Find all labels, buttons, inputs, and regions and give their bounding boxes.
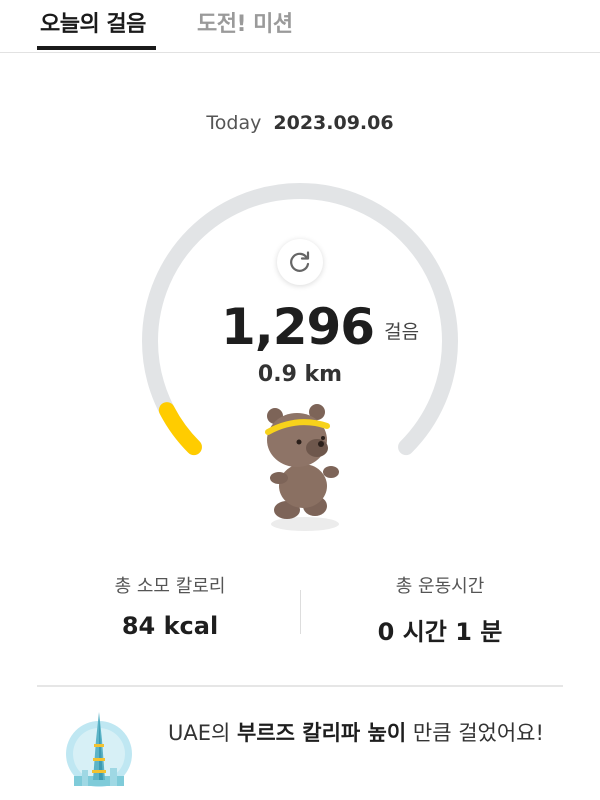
distance-value: 0.9 km bbox=[257, 362, 343, 387]
tab-challenge-mission[interactable]: 도전! 미션 bbox=[197, 6, 293, 38]
calories-value: 84 kcal bbox=[121, 612, 219, 640]
calories-label: 총 소모 칼로리 bbox=[114, 576, 226, 597]
step-count-row: 1,296 걸음 bbox=[0, 298, 600, 356]
tab-bar: 오늘의 걸음 도전! 미션 bbox=[0, 0, 600, 53]
calories-stat: 총 소모 칼로리 84 kcal bbox=[20, 572, 320, 640]
achievement-suffix: 만큼 걸었어요! bbox=[406, 721, 544, 745]
active-tab-indicator bbox=[37, 46, 156, 50]
achievement-prefix: UAE의 bbox=[168, 721, 238, 745]
refresh-icon bbox=[290, 251, 310, 272]
section-divider bbox=[37, 685, 563, 687]
achievement-message: UAE의 부르즈 칼리파 높이 만큼 걸었어요! bbox=[168, 716, 578, 750]
tab-todays-steps[interactable]: 오늘의 걸음 bbox=[40, 6, 146, 38]
bear-mascot-icon bbox=[265, 404, 339, 531]
exercise-time-value: 0 시간 1 분 bbox=[377, 618, 503, 646]
burj-khalifa-icon bbox=[66, 712, 132, 787]
step-unit: 걸음 bbox=[384, 321, 420, 343]
exercise-time-stat: 총 운동시간 0 시간 1 분 bbox=[290, 572, 590, 647]
achievement-highlight: 부르즈 칼리파 높이 bbox=[237, 721, 407, 745]
date-value: 2023.09.06 bbox=[273, 112, 394, 134]
refresh-button[interactable] bbox=[277, 239, 323, 285]
exercise-time-label: 총 운동시간 bbox=[395, 576, 485, 597]
step-count: 1,296 bbox=[220, 298, 375, 356]
gauge-progress-arc bbox=[158, 402, 202, 456]
date-label: Today bbox=[206, 112, 262, 134]
date-row: Today 2023.09.06 bbox=[0, 112, 600, 134]
